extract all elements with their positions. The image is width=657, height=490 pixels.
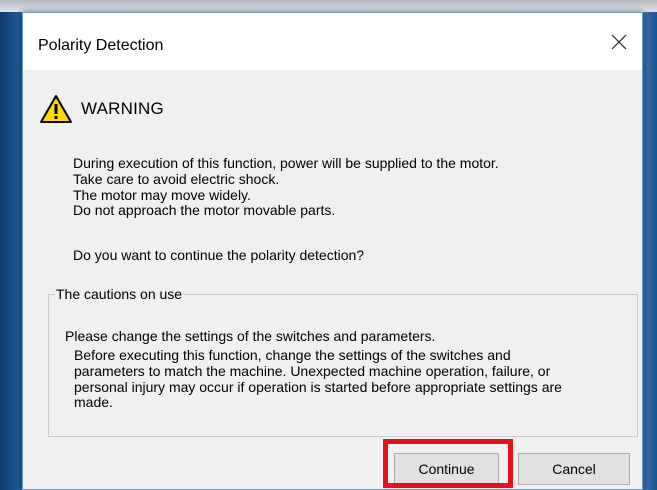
title-bar: Polarity Detection <box>23 13 642 70</box>
polarity-detection-dialog: Polarity Detection WARNING During execut… <box>22 12 643 490</box>
warning-message: During execution of this function, power… <box>73 155 499 219</box>
background-right <box>643 12 657 490</box>
continue-button[interactable]: Continue <box>394 453 499 485</box>
window-title: Polarity Detection <box>38 37 164 54</box>
warning-line: Do not approach the motor movable parts. <box>73 202 336 219</box>
warning-triangle-icon <box>40 95 72 123</box>
cancel-button[interactable]: Cancel <box>518 453 630 485</box>
background-left <box>0 12 22 490</box>
warning-line: During execution of this function, power… <box>73 155 499 171</box>
close-button[interactable] <box>596 25 642 59</box>
cautions-line: Before executing this function, change t… <box>74 347 511 363</box>
close-icon <box>611 34 627 50</box>
cautions-body: Before executing this function, change t… <box>74 347 624 411</box>
warning-line: Take care to avoid electric shock. <box>73 170 280 187</box>
cautions-heading: Please change the settings of the switch… <box>65 328 436 344</box>
warning-header: WARNING <box>39 93 164 125</box>
cautions-groupbox: The cautions on use Please change the se… <box>48 286 638 437</box>
confirmation-question: Do you want to continue the polarity det… <box>73 247 365 263</box>
warning-line: The motor may move widely. <box>73 186 251 203</box>
cautions-legend: The cautions on use <box>55 286 184 302</box>
cautions-line: personal injury may occur if operation i… <box>74 378 562 395</box>
cautions-line: parameters to match the machine. Unexpec… <box>74 362 551 379</box>
warning-title: WARNING <box>81 99 164 118</box>
background-top <box>0 0 657 12</box>
cautions-line: made. <box>74 394 113 411</box>
